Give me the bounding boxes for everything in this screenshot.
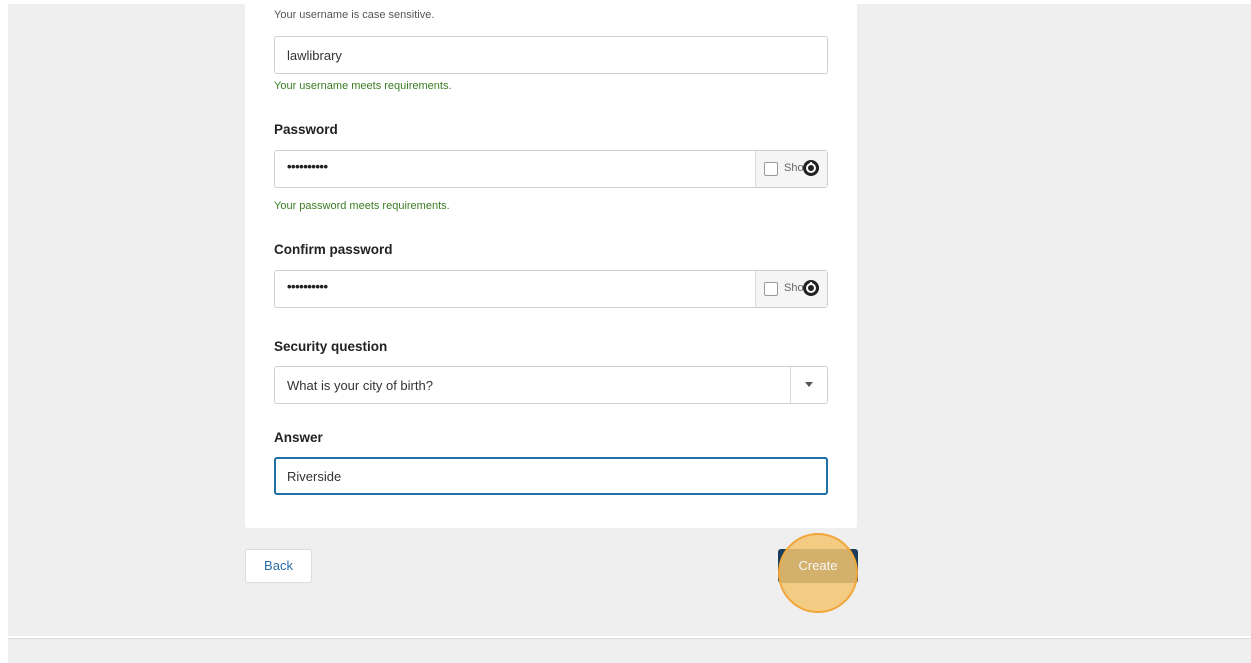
confirm-password-field[interactable]: •••••••••• Sho (274, 270, 828, 308)
confirm-show-toggle[interactable]: Sho (755, 271, 827, 307)
back-button[interactable]: Back (245, 549, 312, 583)
chevron-down-icon (805, 382, 813, 387)
security-question-value: What is your city of birth? (287, 378, 433, 393)
password-label: Password (274, 122, 338, 137)
username-status: Your username meets requirements. (274, 80, 452, 92)
show-confirm-checkbox[interactable] (764, 282, 778, 296)
create-button[interactable] (778, 549, 858, 583)
footer-area (8, 639, 1251, 663)
password-status: Your password meets requirements. (274, 200, 450, 212)
show-confirm-label: Sho (784, 282, 804, 294)
security-question-label: Security question (274, 339, 388, 354)
username-value: lawlibrary (287, 48, 342, 63)
security-question-select[interactable]: What is your city of birth? (274, 366, 828, 404)
show-password-label: Sho (784, 162, 804, 174)
password-field[interactable]: •••••••••• Sho (274, 150, 828, 188)
confirm-password-label: Confirm password (274, 242, 393, 257)
answer-value: Riverside (287, 469, 342, 484)
password-show-toggle[interactable]: Sho (755, 151, 827, 187)
show-password-checkbox[interactable] (764, 162, 778, 176)
answer-input[interactable]: Riverside (274, 457, 828, 495)
answer-label: Answer (274, 430, 323, 445)
password-value: •••••••••• (287, 159, 328, 174)
username-hint: Your username is case sensitive. (274, 9, 435, 21)
password-manager-icon[interactable] (802, 279, 820, 297)
confirm-password-value: •••••••••• (287, 279, 328, 294)
username-field[interactable]: lawlibrary (274, 36, 828, 74)
password-manager-icon[interactable] (802, 159, 820, 177)
dropdown-toggle[interactable] (790, 367, 827, 403)
